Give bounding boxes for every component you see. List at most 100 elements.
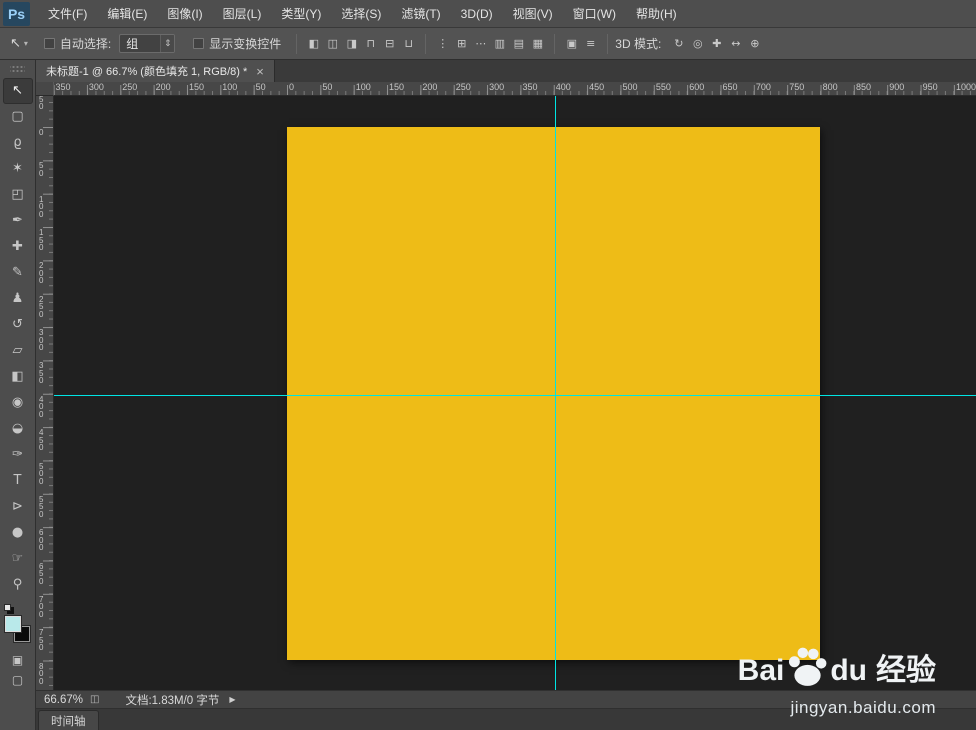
tools-panel: ↖ ▢ ϱ ✶ ◰ ✒ ✚ ✎ ♟ ↺ ▱ ◧ ◉ ◒ ✑ T ⊳ ● ☞ ⚲ ▣ ▢ <box>0 60 36 730</box>
healing-brush-tool[interactable]: ✚ <box>3 234 33 260</box>
menu-item[interactable]: 图像(I) <box>157 0 212 28</box>
3d-scale-icon[interactable]: ⊕ <box>745 34 764 54</box>
ruler-label: 300 <box>489 82 505 92</box>
eraser-tool[interactable]: ▱ <box>3 338 33 364</box>
align-vertical-centers-icon[interactable]: ⊟ <box>380 34 399 54</box>
rectangular-marquee-tool[interactable]: ▢ <box>3 104 33 130</box>
menu-item[interactable]: 视图(V) <box>503 0 563 28</box>
menu-item[interactable]: 窗口(W) <box>563 0 626 28</box>
ruler-label: 500 <box>622 82 638 92</box>
menu-item[interactable]: 编辑(E) <box>97 0 157 28</box>
auto-select-target-dropdown[interactable]: 组 ⇕ <box>119 34 176 53</box>
menu-item[interactable]: 滤镜(T) <box>391 0 450 28</box>
3d-roll-icon[interactable]: ◎ <box>688 34 707 54</box>
3d-mode-label: 3D 模式: <box>615 37 662 51</box>
quick-mask-mode-icon[interactable]: ▣ <box>3 650 33 670</box>
horizontal-guide <box>54 395 976 396</box>
ruler-label: 8 0 0 <box>39 661 44 686</box>
distribute-vertical-centers-icon[interactable]: ⊞ <box>452 34 471 54</box>
dodge-tool[interactable]: ◒ <box>3 416 33 442</box>
quick-selection-tool[interactable]: ✶ <box>3 156 33 182</box>
ruler-label: 7 0 0 <box>39 594 44 619</box>
eyedropper-tool[interactable]: ✒ <box>3 208 33 234</box>
align-left-edges-icon[interactable]: ◧ <box>304 34 323 54</box>
hand-tool[interactable]: ☞ <box>3 546 33 572</box>
close-icon[interactable]: × <box>256 65 264 78</box>
distribute-top-edges-icon[interactable]: ⋮ <box>433 34 452 54</box>
gradient-tool[interactable]: ◧ <box>3 364 33 390</box>
3d-drag-icon[interactable]: ✚ <box>707 34 726 54</box>
show-transform-label: 显示变换控件 <box>209 37 282 51</box>
menu-item[interactable]: 3D(D) <box>451 0 503 28</box>
lasso-tool[interactable]: ϱ <box>3 130 33 156</box>
3d-slide-icon[interactable]: ↔ <box>726 34 745 54</box>
ruler-label: 6 0 0 <box>39 528 44 553</box>
watermark-url: jingyan.baidu.com <box>790 698 936 717</box>
color-swatches <box>0 604 36 650</box>
3d-mode-icons-group: ↻ ◎ ✚ ↔ ⊕ <box>669 34 764 54</box>
canvas-area[interactable] <box>54 96 976 690</box>
document-tab[interactable]: 未标题-1 @ 66.7% (颜色填充 1, RGB/8) * × <box>36 60 275 82</box>
zoom-level-field[interactable]: 66.67% <box>44 694 90 706</box>
document-canvas[interactable] <box>287 127 820 660</box>
default-colors-icon[interactable] <box>3 604 11 611</box>
3d-rotate-icon[interactable]: ↻ <box>669 34 688 54</box>
panel-grip[interactable] <box>0 60 35 74</box>
menu-item[interactable]: 选择(S) <box>331 0 391 28</box>
ruler-label: 5 0 <box>39 161 44 178</box>
ruler-corner[interactable] <box>36 82 54 96</box>
photoshop-logo: Ps <box>3 1 30 26</box>
arrange-icon[interactable]: ≡ <box>581 34 600 54</box>
vertical-guide <box>555 96 556 690</box>
type-tool[interactable]: T <box>3 468 33 494</box>
align-right-edges-icon[interactable]: ◨ <box>342 34 361 54</box>
document-info: 文档:1.83M/0 字节 <box>125 694 220 707</box>
ruler-label: 200 <box>155 82 171 92</box>
distribute-right-edges-icon[interactable]: ▦ <box>528 34 547 54</box>
ruler-label: 950 <box>922 82 938 92</box>
brush-tool[interactable]: ✎ <box>3 260 33 286</box>
zoom-tool[interactable]: ⚲ <box>3 572 33 598</box>
shape-tool[interactable]: ● <box>3 520 33 546</box>
ruler-label: 750 <box>789 82 805 92</box>
ruler-label: 450 <box>589 82 605 92</box>
auto-align-layers-icon[interactable]: ▣ <box>562 34 581 54</box>
menu-item[interactable]: 文件(F) <box>38 0 97 28</box>
status-preview-icon: ◫ <box>90 694 100 705</box>
ruler-label: 350 <box>522 82 538 92</box>
blur-tool[interactable]: ◉ <box>3 390 33 416</box>
menu-item[interactable]: 图层(L) <box>213 0 272 28</box>
dropdown-stepper-icon[interactable]: ⇕ <box>160 35 175 52</box>
separator <box>296 33 298 54</box>
history-brush-tool[interactable]: ↺ <box>3 312 33 338</box>
baidu-watermark: Bai du 经验 jingyan.baidu.com <box>738 647 936 718</box>
chevron-down-icon: ▾ <box>23 39 28 48</box>
distribute-icons-group: ⋮ ⊞ ⋯ ▥ ▤ ▦ <box>433 34 547 54</box>
align-horizontal-centers-icon[interactable]: ◫ <box>323 34 342 54</box>
status-menu-arrow-icon[interactable]: ▶ <box>229 695 235 704</box>
current-tool-preset[interactable]: ↖ ▾ <box>10 36 28 51</box>
distribute-left-edges-icon[interactable]: ▥ <box>490 34 509 54</box>
ruler-label: 350 <box>55 82 71 92</box>
menu-item[interactable]: 帮助(H) <box>626 0 687 28</box>
ruler-label: 1000 <box>956 82 976 92</box>
document-tab-strip: 未标题-1 @ 66.7% (颜色填充 1, RGB/8) * × <box>36 60 976 82</box>
menu-item[interactable]: 类型(Y) <box>271 0 331 28</box>
show-transform-checkbox[interactable] <box>193 38 205 49</box>
distribute-bottom-edges-icon[interactable]: ⋯ <box>471 34 490 54</box>
screen-mode-icon[interactable]: ▢ <box>3 670 33 690</box>
align-bottom-edges-icon[interactable]: ⊔ <box>399 34 418 54</box>
pen-tool[interactable]: ✑ <box>3 442 33 468</box>
horizontal-ruler[interactable]: 350 300 250 200 150 100 50 0 50 100 150 200 250 300 35… <box>54 82 976 96</box>
timeline-tab[interactable]: 时间轴 <box>38 710 99 730</box>
align-top-edges-icon[interactable]: ⊓ <box>361 34 380 54</box>
foreground-color-swatch[interactable] <box>4 616 21 632</box>
ruler-label: 800 <box>822 82 838 92</box>
crop-tool[interactable]: ◰ <box>3 182 33 208</box>
distribute-horizontal-centers-icon[interactable]: ▤ <box>509 34 528 54</box>
clone-stamp-tool[interactable]: ♟ <box>3 286 33 312</box>
move-tool[interactable]: ↖ <box>2 78 33 104</box>
vertical-ruler[interactable]: 5 0 0 5 0 1 0 0 1 5 0 2 0 0 2 5 0 3 0 0 3 5 0 4 0… <box>36 96 54 690</box>
auto-select-checkbox[interactable] <box>43 38 55 49</box>
path-selection-tool[interactable]: ⊳ <box>3 494 33 520</box>
